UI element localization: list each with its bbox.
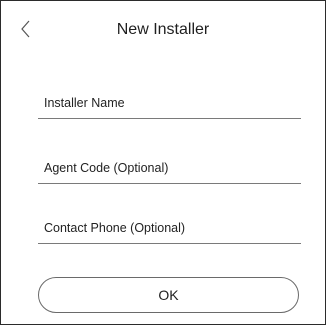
installer-name-field[interactable]: Installer Name xyxy=(38,96,301,119)
contact-phone-field[interactable]: Contact Phone (Optional) xyxy=(38,221,301,244)
agent-code-field[interactable]: Agent Code (Optional) xyxy=(38,161,301,184)
page-title: New Installer xyxy=(116,21,210,38)
ok-button[interactable]: OK xyxy=(38,277,299,313)
agent-code-input[interactable] xyxy=(38,161,301,183)
contact-phone-input[interactable] xyxy=(38,221,301,243)
installer-name-input[interactable] xyxy=(38,96,301,118)
dialog-frame: New Installer Installer Name Agent Code … xyxy=(0,0,326,325)
